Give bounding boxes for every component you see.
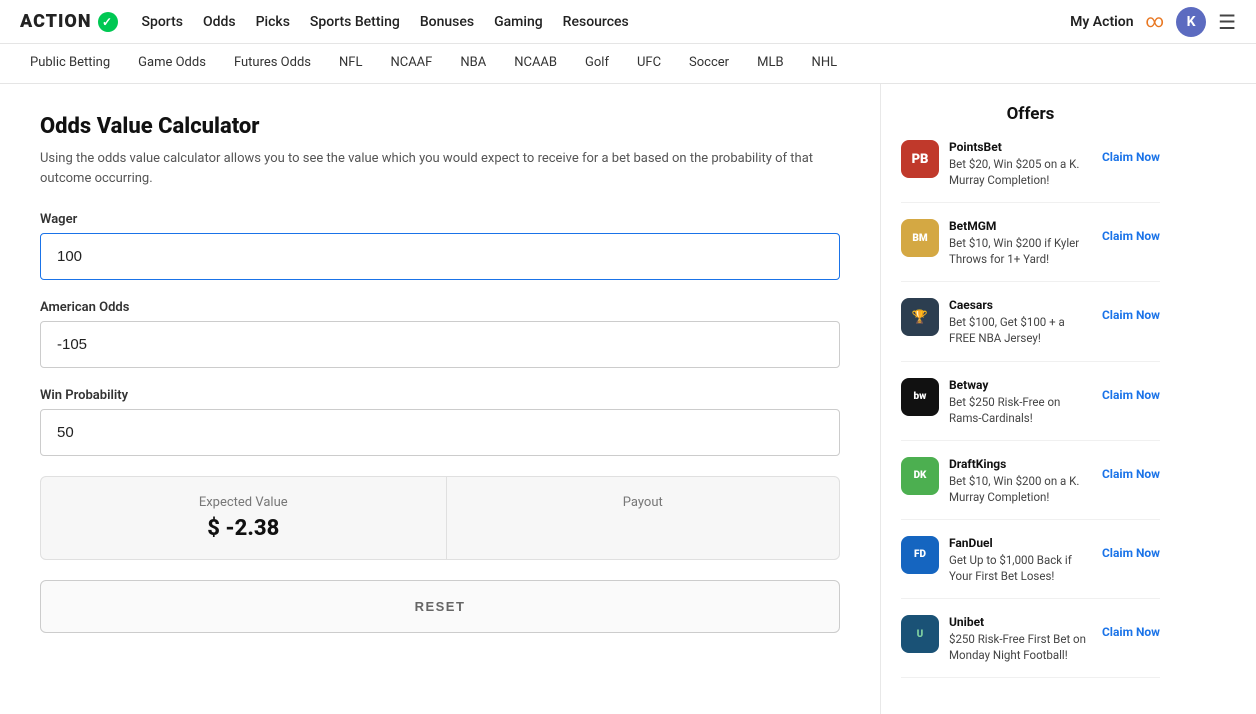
expected-value: $ -2.38 <box>71 516 416 541</box>
sub-nav-link[interactable]: Golf <box>571 44 623 83</box>
claim-button[interactable]: Claim Now <box>1102 615 1160 639</box>
offer-desc: Bet $20, Win $205 on a K. Murray Complet… <box>949 156 1092 188</box>
calc-desc: Using the odds value calculator allows y… <box>40 149 820 188</box>
logo-text: ACTION <box>20 11 92 32</box>
offer-item: FD FanDuel Get Up to $1,000 Back if Your… <box>901 536 1160 599</box>
offer-logo: 🏆 <box>901 298 939 336</box>
offer-desc: Bet $10, Win $200 if Kyler Throws for 1+… <box>949 235 1092 267</box>
offer-logo: FD <box>901 536 939 574</box>
offer-info: Caesars Bet $100, Get $100 + a FREE NBA … <box>949 298 1092 346</box>
offer-desc: Bet $10, Win $200 on a K. Murray Complet… <box>949 473 1092 505</box>
payout-section: Payout <box>447 477 840 559</box>
calculator-section: Odds Value Calculator Using the odds val… <box>0 84 880 714</box>
american-odds-input[interactable] <box>40 321 840 368</box>
wager-group: Wager <box>40 212 840 280</box>
sub-nav-link[interactable]: Soccer <box>675 44 743 83</box>
offer-desc: Get Up to $1,000 Back if Your First Bet … <box>949 552 1092 584</box>
offer-logo: DK <box>901 457 939 495</box>
nav-link[interactable]: Odds <box>203 14 236 30</box>
nav-left: ACTION ✓ Sports Odds Picks Sports Betting Bo… <box>20 11 629 32</box>
offer-info: BetMGM Bet $10, Win $200 if Kyler Throws… <box>949 219 1092 267</box>
wager-input[interactable] <box>40 233 840 280</box>
reset-button[interactable]: RESET <box>40 580 840 633</box>
offer-info: Unibet $250 Risk-Free First Bet on Monda… <box>949 615 1092 663</box>
offer-brand: Unibet <box>949 615 1092 629</box>
sub-nav-link[interactable]: NCAAB <box>500 44 571 83</box>
list-icon[interactable]: ☰ <box>1218 10 1236 34</box>
offer-info: DraftKings Bet $10, Win $200 on a K. Mur… <box>949 457 1092 505</box>
main-layout: Odds Value Calculator Using the odds val… <box>0 84 1256 714</box>
sub-nav-link[interactable]: UFC <box>623 44 675 83</box>
wager-label: Wager <box>40 212 840 227</box>
logo-check: ✓ <box>98 12 118 32</box>
claim-button[interactable]: Claim Now <box>1102 140 1160 164</box>
nav-link[interactable]: Picks <box>256 14 290 30</box>
logo[interactable]: ACTION ✓ <box>20 11 118 32</box>
win-prob-group: Win Probability <box>40 388 840 456</box>
american-odds-group: American Odds <box>40 300 840 368</box>
nav-link[interactable]: Sports Betting <box>310 14 400 30</box>
offers-section: Offers PB PointsBet Bet $20, Win $205 on… <box>880 84 1180 714</box>
nav-links: Sports Odds Picks Sports Betting Bonuses Gami… <box>142 14 629 30</box>
offer-item: BM BetMGM Bet $10, Win $200 if Kyler Thr… <box>901 219 1160 282</box>
claim-button[interactable]: Claim Now <box>1102 378 1160 402</box>
win-prob-label: Win Probability <box>40 388 840 403</box>
offer-brand: FanDuel <box>949 536 1092 550</box>
offer-info: FanDuel Get Up to $1,000 Back if Your Fi… <box>949 536 1092 584</box>
offer-brand: PointsBet <box>949 140 1092 154</box>
american-odds-label: American Odds <box>40 300 840 315</box>
infinity-icon: ∞ <box>1146 11 1165 32</box>
claim-button[interactable]: Claim Now <box>1102 219 1160 243</box>
offer-logo: U <box>901 615 939 653</box>
offer-desc: Bet $250 Risk-Free on Rams-Cardinals! <box>949 394 1092 426</box>
sub-nav-link[interactable]: MLB <box>743 44 797 83</box>
sub-nav: Public BettingGame OddsFutures OddsNFLNC… <box>0 44 1256 84</box>
offer-item: U Unibet $250 Risk-Free First Bet on Mon… <box>901 615 1160 678</box>
offer-logo: BM <box>901 219 939 257</box>
my-action-link[interactable]: My Action <box>1070 14 1133 30</box>
offer-logo: bw <box>901 378 939 416</box>
top-nav: ACTION ✓ Sports Odds Picks Sports Betting Bo… <box>0 0 1256 44</box>
offer-desc: Bet $100, Get $100 + a FREE NBA Jersey! <box>949 314 1092 346</box>
avatar[interactable]: K <box>1176 7 1206 37</box>
sub-nav-link[interactable]: Futures Odds <box>220 44 325 83</box>
offer-item: DK DraftKings Bet $10, Win $200 on a K. … <box>901 457 1160 520</box>
offer-info: Betway Bet $250 Risk-Free on Rams-Cardin… <box>949 378 1092 426</box>
sub-nav-link[interactable]: Public Betting <box>16 44 124 83</box>
nav-link[interactable]: Sports <box>142 14 183 30</box>
offer-brand: Betway <box>949 378 1092 392</box>
offer-item: bw Betway Bet $250 Risk-Free on Rams-Car… <box>901 378 1160 441</box>
offer-brand: BetMGM <box>949 219 1092 233</box>
result-box: Expected Value $ -2.38 Payout <box>40 476 840 560</box>
sub-nav-link[interactable]: NBA <box>446 44 500 83</box>
nav-link[interactable]: Bonuses <box>420 14 474 30</box>
sub-nav-link[interactable]: NCAAF <box>376 44 446 83</box>
offers-title: Offers <box>901 104 1160 124</box>
win-prob-input[interactable] <box>40 409 840 456</box>
offer-item: 🏆 Caesars Bet $100, Get $100 + a FREE NB… <box>901 298 1160 361</box>
nav-link[interactable]: Gaming <box>494 14 543 30</box>
sub-nav-link[interactable]: Game Odds <box>124 44 220 83</box>
claim-button[interactable]: Claim Now <box>1102 298 1160 322</box>
expected-value-label: Expected Value <box>71 495 416 510</box>
offer-brand: Caesars <box>949 298 1092 312</box>
claim-button[interactable]: Claim Now <box>1102 457 1160 481</box>
calc-title: Odds Value Calculator <box>40 114 840 139</box>
sub-nav-link[interactable]: NHL <box>798 44 852 83</box>
expected-value-section: Expected Value $ -2.38 <box>41 477 447 559</box>
offer-desc: $250 Risk-Free First Bet on Monday Night… <box>949 631 1092 663</box>
offer-brand: DraftKings <box>949 457 1092 471</box>
offer-item: PB PointsBet Bet $20, Win $205 on a K. M… <box>901 140 1160 203</box>
offer-info: PointsBet Bet $20, Win $205 on a K. Murr… <box>949 140 1092 188</box>
payout-label: Payout <box>471 495 816 510</box>
nav-right: My Action ∞ K ☰ <box>1070 7 1236 37</box>
sub-nav-link[interactable]: NFL <box>325 44 376 83</box>
claim-button[interactable]: Claim Now <box>1102 536 1160 560</box>
nav-link[interactable]: Resources <box>563 14 629 30</box>
offer-logo: PB <box>901 140 939 178</box>
